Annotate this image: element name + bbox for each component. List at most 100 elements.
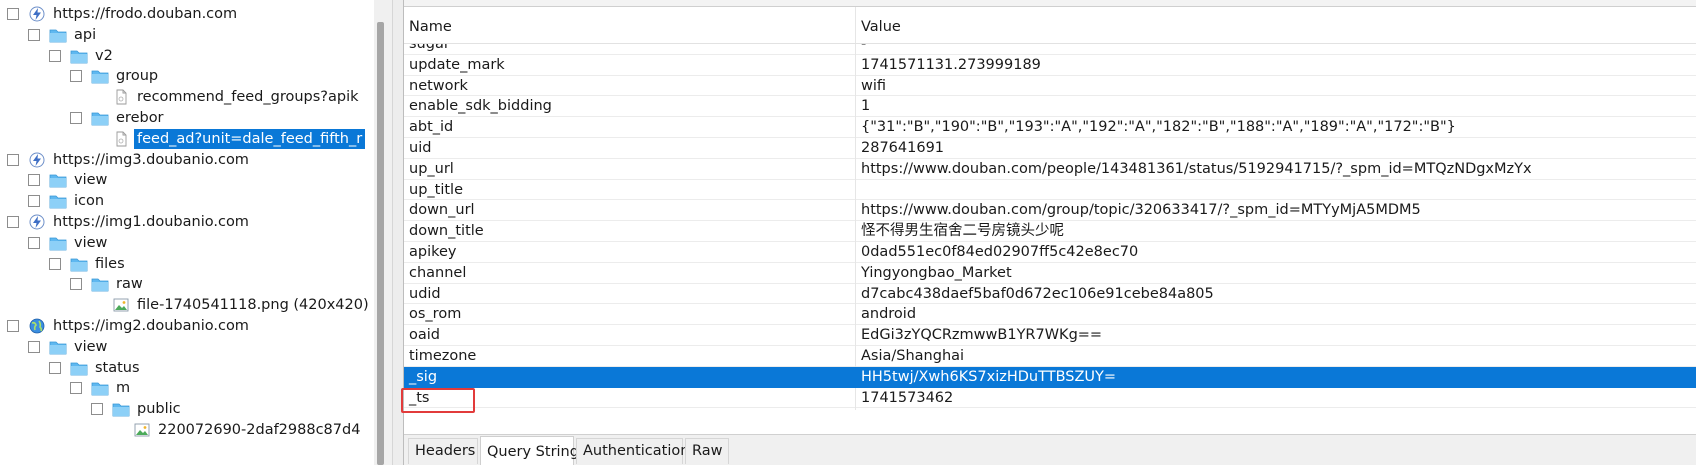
param-value-cell[interactable]: HH5twj/Xwh6KS7xizHDuTTBSZUY= xyxy=(856,367,1696,389)
param-value-cell[interactable]: {"31":"B","190":"B","193":"A","192":"A",… xyxy=(856,117,1696,139)
tree-expander[interactable] xyxy=(70,382,82,395)
param-name-cell[interactable]: up_title xyxy=(404,179,856,202)
param-value-cell[interactable]: android xyxy=(856,304,1696,326)
grid-row[interactable]: _ts 1741573462 xyxy=(404,387,1696,410)
param-name-cell[interactable]: down_url xyxy=(404,200,856,223)
tree-item[interactable]: public xyxy=(91,398,184,420)
grid-row[interactable]: os_rom android xyxy=(404,304,1696,327)
param-value-cell[interactable]: wifi xyxy=(856,76,1696,98)
tab-headers[interactable]: Headers xyxy=(408,438,478,464)
panel-splitter[interactable] xyxy=(392,0,404,465)
tree-item[interactable]: feed_ad?unit=dale_feed_fifth_r xyxy=(91,128,366,150)
tree-expander[interactable] xyxy=(7,320,19,332)
tree-expander[interactable] xyxy=(28,340,40,353)
tree-item[interactable]: erebor xyxy=(70,107,167,129)
param-value-cell[interactable]: 0dad551ec0f84ed02907ff5c42e8ec70 xyxy=(856,242,1696,264)
grid-row[interactable]: up_title xyxy=(404,179,1696,202)
grid-row[interactable]: abt_id {"31":"B","190":"B","193":"A","192… xyxy=(404,117,1696,140)
tab-query-string[interactable]: Query String xyxy=(480,436,579,465)
tree-item[interactable]: icon xyxy=(28,190,107,212)
tree-expander[interactable] xyxy=(91,403,103,416)
grid-row[interactable]: enable_sdk_bidding 1 xyxy=(404,96,1696,119)
tree-expander[interactable] xyxy=(7,153,19,166)
tab-raw[interactable]: Raw xyxy=(685,438,729,464)
tree-expander[interactable] xyxy=(7,8,19,20)
tree-item[interactable]: file-1740541118.png (420x420) xyxy=(91,294,372,316)
tree-item[interactable]: view xyxy=(28,336,110,358)
param-name-cell[interactable]: oaid xyxy=(404,325,856,348)
param-name-cell[interactable]: down_title xyxy=(404,221,856,244)
grid-row[interactable]: apikey 0dad551ec0f84ed02907ff5c42e8ec70 xyxy=(404,242,1696,264)
tree-item-label: erebor xyxy=(116,110,164,126)
tree-expander[interactable] xyxy=(7,216,19,228)
param-value-cell[interactable]: https://www.douban.com/people/143481361/… xyxy=(856,159,1696,181)
param-name-cell[interactable]: channel xyxy=(404,262,856,285)
tree-expander[interactable] xyxy=(49,49,61,62)
tree-item[interactable]: 220072690-2daf2988c87d4 xyxy=(112,419,363,441)
param-value-cell[interactable] xyxy=(856,180,1696,202)
param-name-cell[interactable]: uid xyxy=(404,138,856,160)
tree-item[interactable]: https://img1.doubanio.com xyxy=(7,211,252,233)
param-value-cell[interactable]: d7cabc438daef5baf0d672ec106e91cebe84a805 xyxy=(856,284,1696,306)
tree-expander[interactable] xyxy=(70,70,82,83)
param-value-cell[interactable]: 1741571131.273999189 xyxy=(856,55,1696,77)
tree-expander[interactable] xyxy=(28,174,40,187)
tree-expander[interactable] xyxy=(49,257,61,270)
tree-expander[interactable] xyxy=(28,28,40,41)
grid-row[interactable]: update_mark 1741571131.273999189 xyxy=(404,54,1696,77)
grid-row[interactable]: udid d7cabc438daef5baf0d672ec106e91cebe84… xyxy=(404,283,1696,306)
column-header-value[interactable]: Value xyxy=(856,7,1696,43)
param-name-cell[interactable]: abt_id xyxy=(404,117,856,140)
param-value-cell[interactable]: EdGi3zYQCRzmwwB1YR7WKg== xyxy=(856,325,1696,347)
tree-expander[interactable] xyxy=(28,195,40,208)
tree-item[interactable]: recommend_feed_groups?apik xyxy=(91,86,362,108)
param-value-cell[interactable]: 1 xyxy=(856,96,1696,118)
param-value-cell[interactable]: 怪不得男生宿舍二号房镜头少呢 xyxy=(856,221,1696,243)
grid-row[interactable]: network wifi xyxy=(404,75,1696,98)
tree-item[interactable]: m xyxy=(70,377,133,399)
tree-item[interactable]: v2 xyxy=(49,45,116,67)
param-name-cell[interactable]: _sig xyxy=(404,366,856,389)
tree-expander[interactable] xyxy=(28,236,40,249)
grid-row[interactable]: down_url https://www.douban.com/group/top… xyxy=(404,200,1696,223)
param-value-cell[interactable]: Asia/Shanghai xyxy=(856,346,1696,368)
grid-row[interactable]: timezone Asia/Shanghai xyxy=(404,346,1696,368)
param-name-cell[interactable]: timezone xyxy=(404,346,856,368)
tree-item[interactable]: view xyxy=(28,169,110,191)
param-name-cell[interactable]: udid xyxy=(404,283,856,306)
tree-item[interactable]: group xyxy=(70,65,161,87)
tree-expander[interactable] xyxy=(70,278,82,291)
tree-item[interactable]: https://img2.doubanio.com xyxy=(7,315,252,337)
tree-item[interactable]: view xyxy=(28,232,110,254)
param-name-cell[interactable]: network xyxy=(404,75,856,98)
tree-item[interactable]: status xyxy=(49,357,143,379)
tree-item[interactable]: raw xyxy=(70,273,146,295)
param-value-cell[interactable]: 1741573462 xyxy=(856,388,1696,410)
column-header-name[interactable]: Name xyxy=(404,7,856,43)
param-value-cell[interactable]: Yingyongbao_Market xyxy=(856,263,1696,285)
grid-row[interactable]: sugar - xyxy=(404,44,1696,56)
tree-scrollbar-thumb[interactable] xyxy=(377,22,384,465)
param-name-cell[interactable]: enable_sdk_bidding xyxy=(404,96,856,119)
tree-expander[interactable] xyxy=(49,361,61,374)
tree-expander[interactable] xyxy=(70,112,82,124)
grid-row[interactable]: uid 287641691 xyxy=(404,138,1696,160)
param-name-cell[interactable]: apikey xyxy=(404,242,856,264)
param-value-cell[interactable]: https://www.douban.com/group/topic/32063… xyxy=(856,200,1696,222)
grid-row[interactable]: up_url https://www.douban.com/people/1434… xyxy=(404,158,1696,181)
param-name-cell[interactable]: _ts xyxy=(404,387,856,410)
tree-item[interactable]: https://img3.doubanio.com xyxy=(7,149,252,171)
structure-tree[interactable]: https://frodo.douban.com api v2 group recomm… xyxy=(0,0,372,465)
param-name-cell[interactable]: os_rom xyxy=(404,304,856,327)
tree-item[interactable]: https://frodo.douban.com xyxy=(7,3,240,25)
grid-row[interactable]: channel Yingyongbao_Market xyxy=(404,262,1696,285)
tree-item[interactable]: files xyxy=(49,253,128,275)
tree-item[interactable]: api xyxy=(28,24,99,46)
grid-row[interactable]: oaid EdGi3zYQCRzmwwB1YR7WKg== xyxy=(404,325,1696,348)
tab-authentication[interactable]: Authentication xyxy=(576,438,689,464)
grid-row[interactable]: _sig HH5twj/Xwh6KS7xizHDuTTBSZUY= xyxy=(404,366,1696,389)
param-value-cell[interactable]: 287641691 xyxy=(856,138,1696,160)
param-name-cell[interactable]: update_mark xyxy=(404,54,856,77)
param-name-cell[interactable]: up_url xyxy=(404,158,856,181)
grid-row[interactable]: down_title 怪不得男生宿舍二号房镜头少呢 xyxy=(404,221,1696,244)
